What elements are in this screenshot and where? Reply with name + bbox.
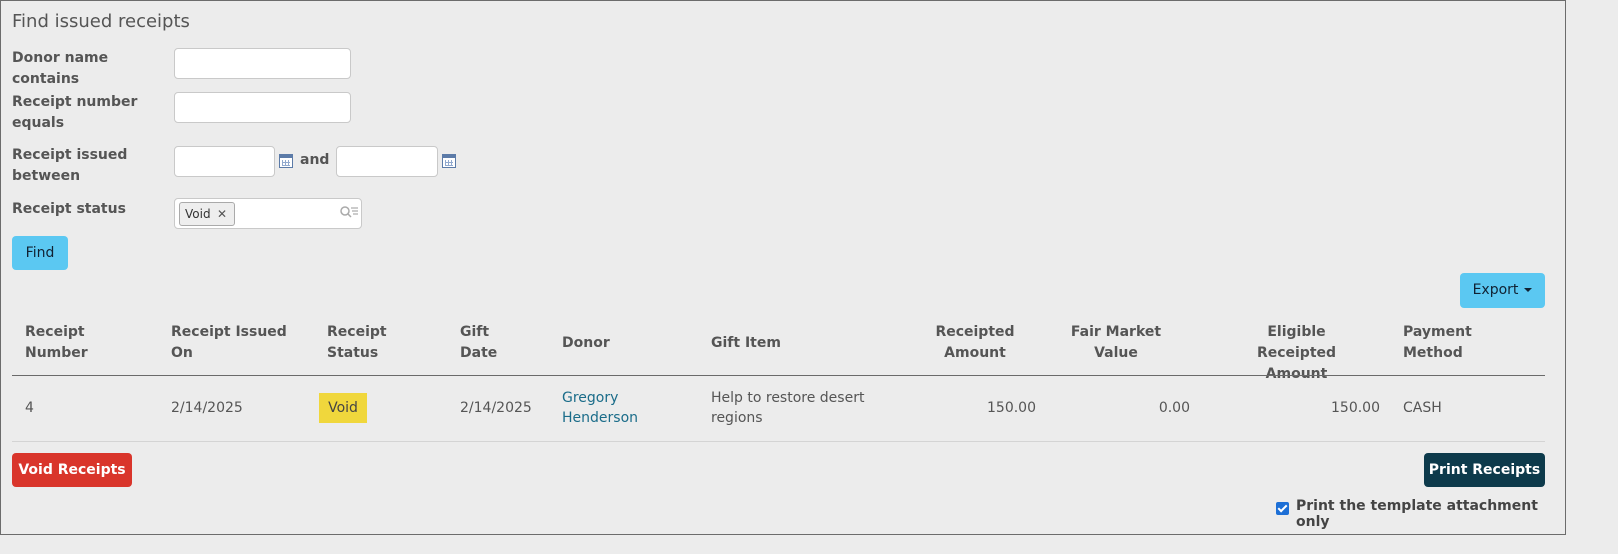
- cell-gift-date: 2/14/2025: [460, 400, 532, 416]
- column-header-receipt-number[interactable]: Receipt Number: [25, 322, 135, 364]
- status-tag-void: Void ✕: [179, 202, 235, 226]
- table-header-divider: [12, 375, 1545, 376]
- and-label: and: [300, 152, 330, 168]
- column-header-donor[interactable]: Donor: [562, 333, 610, 354]
- calendar-icon[interactable]: [442, 154, 456, 168]
- cell-gift-item: Help to restore desert regions: [711, 390, 865, 426]
- template-only-label[interactable]: Print the template attachment only: [1296, 498, 1565, 530]
- column-header-payment-method[interactable]: Payment Method: [1403, 322, 1483, 364]
- donor-name-label: Donor name contains: [12, 50, 109, 87]
- page-title: Find issued receipts: [12, 11, 190, 32]
- find-button[interactable]: Find: [12, 236, 68, 270]
- status-tag-label: Void: [185, 207, 211, 221]
- receipt-status-label: Receipt status: [12, 201, 126, 217]
- receipt-number-input[interactable]: [174, 92, 351, 123]
- cell-receipted-amount: 150.00: [987, 400, 1036, 416]
- calendar-icon[interactable]: [279, 154, 293, 168]
- donor-name-input[interactable]: [174, 48, 351, 79]
- column-header-gift-item[interactable]: Gift Item: [711, 333, 781, 354]
- column-header-status[interactable]: Receipt Status: [327, 322, 397, 364]
- template-only-checkbox[interactable]: [1276, 502, 1289, 515]
- cell-eligible-amount: 150.00: [1331, 400, 1380, 416]
- issued-between-label: Receipt issued between: [12, 147, 128, 184]
- cell-fair-market-value: 0.00: [1158, 400, 1190, 416]
- receipt-number-label: Receipt number equals: [12, 94, 138, 131]
- close-icon[interactable]: ✕: [217, 203, 227, 225]
- issued-to-date-input[interactable]: [336, 146, 438, 177]
- search-list-icon[interactable]: [339, 205, 359, 221]
- export-label: Export: [1472, 282, 1519, 298]
- export-button[interactable]: Export: [1460, 273, 1545, 308]
- column-header-issued-on[interactable]: Receipt Issued On: [171, 322, 291, 364]
- search-panel: Find issued receipts Donor name contains…: [0, 0, 1566, 535]
- void-receipts-button[interactable]: Void Receipts: [12, 453, 132, 487]
- cell-receipt-number: 4: [25, 400, 34, 416]
- status-badge: Void: [319, 393, 367, 423]
- caret-down-icon: [1524, 288, 1533, 292]
- column-header-gift-date[interactable]: Gift Date: [460, 322, 510, 364]
- table-row-divider: [12, 441, 1545, 442]
- cell-payment-method: CASH: [1403, 400, 1442, 416]
- print-receipts-button[interactable]: Print Receipts: [1424, 453, 1545, 487]
- issued-from-date-input[interactable]: [174, 146, 275, 177]
- cell-issued-on: 2/14/2025: [171, 400, 243, 416]
- donor-link[interactable]: Gregory Henderson: [562, 388, 652, 428]
- column-header-receipted-amount[interactable]: Receipted Amount: [929, 322, 1021, 364]
- column-header-fair-market-value[interactable]: Fair Market Value: [1069, 322, 1163, 364]
